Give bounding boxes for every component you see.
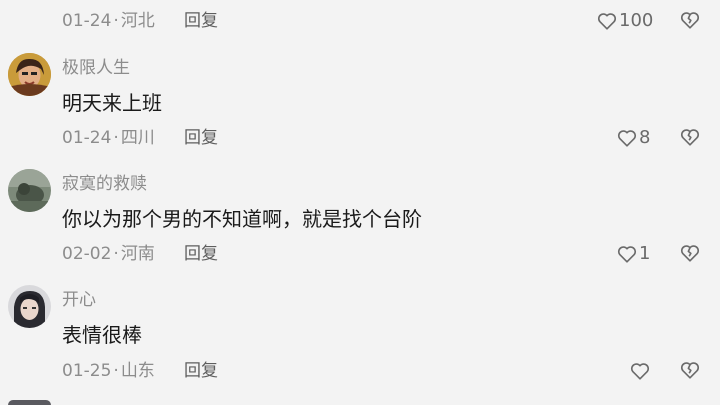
dislike-button[interactable]	[680, 244, 700, 264]
broken-heart-icon	[680, 128, 700, 146]
comment-item: 极限人生 明天来上班 01-24 · 四川 回复 8	[0, 50, 720, 160]
comment-date: 01-25	[62, 361, 112, 381]
avatar[interactable]	[8, 400, 51, 405]
like-button[interactable]: 1	[617, 243, 650, 265]
like-count: 100	[619, 10, 654, 31]
comment-meta: 01-25 · 山东 回复	[62, 361, 218, 381]
comment-location: 四川	[120, 128, 155, 148]
like-button[interactable]: 100	[597, 10, 653, 32]
broken-heart-icon	[680, 11, 700, 29]
comment-location: 河南	[120, 244, 155, 264]
comment-meta: 01-24 · 河北 回复	[62, 11, 218, 31]
heart-outline-icon	[617, 245, 637, 263]
like-button[interactable]: 8	[617, 127, 650, 149]
reply-button[interactable]: 回复	[184, 11, 218, 31]
reply-button[interactable]: 回复	[184, 361, 218, 381]
comment-meta: 02-02 · 河南 回复	[62, 244, 218, 264]
comment-meta: 01-24 · 四川 回复	[62, 128, 218, 148]
comment-location: 河北	[120, 11, 155, 31]
comment-date: 02-02	[62, 244, 112, 264]
avatar[interactable]	[8, 53, 51, 96]
comment-item: 寂寞的救赎 你以为那个男的不知道啊，就是找个台阶 02-02 · 河南 回复 1	[0, 166, 720, 276]
heart-outline-icon	[597, 12, 617, 30]
comment-username[interactable]: 开心	[62, 290, 96, 310]
heart-outline-icon	[630, 362, 650, 380]
comment-location: 山东	[120, 361, 155, 381]
comment-text: 你以为那个男的不知道啊，就是找个台阶	[62, 207, 422, 231]
comment-username[interactable]: 寂寞的救赎	[62, 174, 147, 194]
comment-item: 开心 表情很棒 01-25 · 山东 回复	[0, 282, 720, 392]
broken-heart-icon	[680, 244, 700, 262]
reply-button[interactable]: 回复	[184, 244, 218, 264]
dislike-button[interactable]	[680, 11, 700, 31]
like-count: 8	[639, 127, 651, 148]
comment-date: 01-24	[62, 128, 112, 148]
comment-item: 01-24 · 河北 回复 100	[0, 0, 720, 40]
comment-text: 表情很棒	[62, 323, 142, 347]
reply-button[interactable]: 回复	[184, 128, 218, 148]
avatar[interactable]	[8, 169, 51, 212]
comment-text: 明天来上班	[62, 91, 162, 115]
heart-outline-icon	[617, 129, 637, 147]
like-button[interactable]	[630, 360, 652, 382]
broken-heart-icon	[680, 361, 700, 379]
comment-date: 01-24	[62, 11, 112, 31]
dislike-button[interactable]	[680, 361, 700, 381]
dislike-button[interactable]	[680, 128, 700, 148]
avatar[interactable]	[8, 285, 51, 328]
comment-username[interactable]: 极限人生	[62, 58, 130, 78]
like-count: 1	[639, 243, 651, 264]
